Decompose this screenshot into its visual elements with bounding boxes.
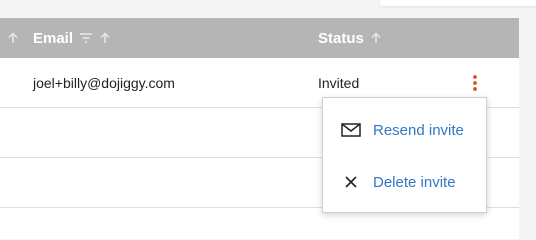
status-column-label: Status	[318, 29, 364, 47]
resend-invite-menu-item[interactable]: Resend invite	[323, 108, 486, 152]
email-column-label: Email	[33, 29, 74, 47]
status-column-header[interactable]: Status	[318, 18, 382, 58]
delete-invite-label: Delete invite	[373, 173, 456, 191]
envelope-icon	[341, 120, 361, 140]
table-header: Email Status	[0, 18, 519, 58]
row-actions-menu: Resend invite Delete invite	[322, 97, 487, 213]
delete-invite-menu-item[interactable]: Delete invite	[323, 160, 486, 204]
email-column-header[interactable]: Email	[33, 18, 111, 58]
kebab-menu-icon[interactable]	[466, 72, 484, 94]
arrow-up-icon[interactable]	[99, 32, 111, 44]
resend-invite-label: Resend invite	[373, 121, 464, 139]
filter-icon[interactable]	[79, 32, 93, 44]
arrow-up-icon[interactable]	[6, 31, 20, 45]
email-cell: joel+billy@dojiggy.com	[33, 75, 175, 91]
top-card	[380, 0, 536, 6]
close-icon	[341, 172, 361, 192]
arrow-up-icon[interactable]	[370, 32, 382, 44]
